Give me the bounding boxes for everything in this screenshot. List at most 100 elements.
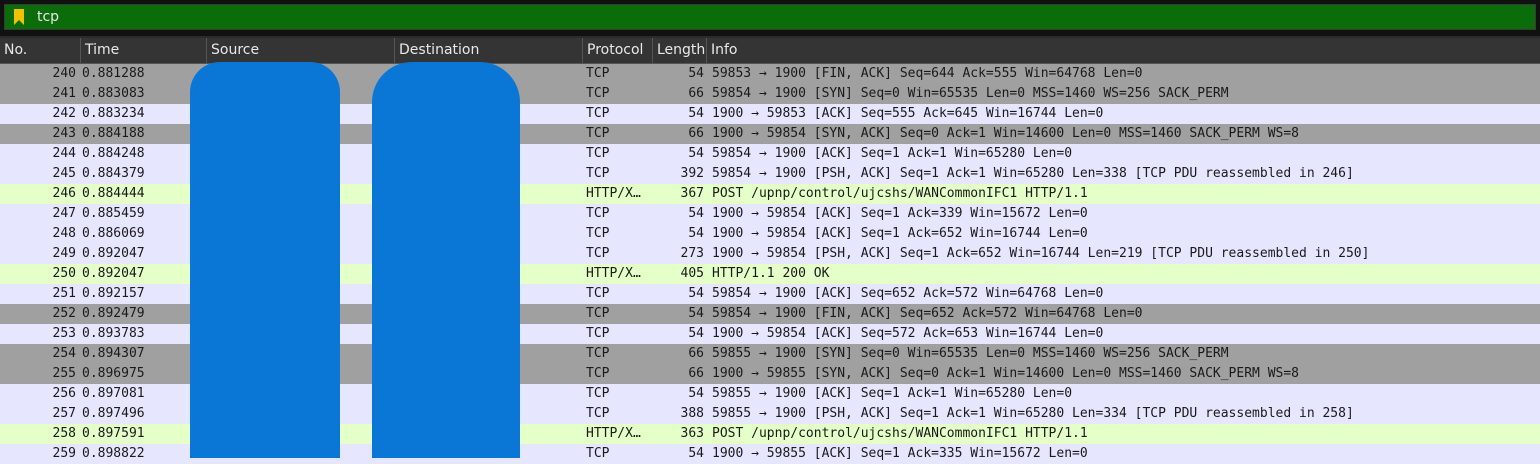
packet-info: 1900 → 59855 [SYN, ACK] Seq=0 Ack=1 Win=… xyxy=(712,366,1299,381)
packet-time: 0.884444 xyxy=(82,186,145,201)
packet-length: 54 xyxy=(688,106,704,121)
packet-length: 66 xyxy=(688,346,704,361)
packet-length: 367 xyxy=(680,186,704,201)
packet-protocol: HTTP/X… xyxy=(586,186,641,201)
packet-no: 259 xyxy=(52,446,76,461)
packet-protocol: TCP xyxy=(586,346,610,361)
column-header-length[interactable]: Length xyxy=(652,38,706,63)
packet-time: 0.897081 xyxy=(82,386,145,401)
packet-length: 54 xyxy=(688,306,704,321)
redaction-destination xyxy=(372,62,520,458)
packet-info: 1900 → 59855 [ACK] Seq=1 Ack=335 Win=156… xyxy=(712,446,1088,461)
packet-length: 66 xyxy=(688,126,704,141)
packet-protocol: TCP xyxy=(586,306,610,321)
packet-protocol: TCP xyxy=(586,446,610,461)
packet-length: 388 xyxy=(680,406,704,421)
packet-info: 1900 → 59853 [ACK] Seq=555 Ack=645 Win=1… xyxy=(712,106,1104,121)
display-filter-toolbar: tcp xyxy=(0,0,1540,36)
packet-info: 59854 → 1900 [ACK] Seq=1 Ack=1 Win=65280… xyxy=(712,146,1073,161)
packet-info: 59854 → 1900 [PSH, ACK] Seq=1 Ack=1 Win=… xyxy=(712,166,1354,181)
packet-protocol: TCP xyxy=(586,406,610,421)
packet-protocol: HTTP/X… xyxy=(586,266,641,281)
display-filter-input[interactable]: tcp xyxy=(4,4,1536,30)
packet-info: 59855 → 1900 [ACK] Seq=1 Ack=1 Win=65280… xyxy=(712,386,1073,401)
packet-protocol: TCP xyxy=(586,326,610,341)
packet-protocol: TCP xyxy=(586,106,610,121)
packet-no: 248 xyxy=(52,226,76,241)
packet-time: 0.898822 xyxy=(82,446,145,461)
packet-no: 247 xyxy=(52,206,76,221)
packet-length: 54 xyxy=(688,326,704,341)
packet-no: 240 xyxy=(52,66,76,81)
packet-info: POST /upnp/control/ujcshs/WANCommonIFC1 … xyxy=(712,426,1088,441)
packet-protocol: TCP xyxy=(586,226,610,241)
packet-no: 256 xyxy=(52,386,76,401)
packet-length: 54 xyxy=(688,286,704,301)
packet-info: 1900 → 59854 [ACK] Seq=1 Ack=339 Win=156… xyxy=(712,206,1088,221)
packet-protocol: TCP xyxy=(586,386,610,401)
packet-protocol: TCP xyxy=(586,166,610,181)
packet-protocol: TCP xyxy=(586,146,610,161)
packet-info: 1900 → 59854 [ACK] Seq=572 Ack=653 Win=1… xyxy=(712,326,1104,341)
packet-no: 249 xyxy=(52,246,76,261)
packet-no: 253 xyxy=(52,326,76,341)
packet-time: 0.886069 xyxy=(82,226,145,241)
column-header-protocol[interactable]: Protocol xyxy=(582,38,652,63)
packet-time: 0.897591 xyxy=(82,426,145,441)
column-header-no[interactable]: No. xyxy=(0,38,80,63)
packet-length: 54 xyxy=(688,66,704,81)
packet-length: 363 xyxy=(680,426,704,441)
packet-time: 0.892047 xyxy=(82,246,145,261)
packet-time: 0.883234 xyxy=(82,106,145,121)
packet-protocol: TCP xyxy=(586,206,610,221)
packet-time: 0.885459 xyxy=(82,206,145,221)
packet-length: 54 xyxy=(688,146,704,161)
column-header-time[interactable]: Time xyxy=(80,38,206,63)
packet-protocol: TCP xyxy=(586,246,610,261)
packet-info: 1900 → 59854 [ACK] Seq=1 Ack=652 Win=167… xyxy=(712,226,1088,241)
packet-info: 59855 → 1900 [SYN] Seq=0 Win=65535 Len=0… xyxy=(712,346,1229,361)
packet-protocol: TCP xyxy=(586,86,610,101)
bookmark-icon[interactable] xyxy=(14,9,24,25)
packet-time: 0.892047 xyxy=(82,266,145,281)
packet-info: POST /upnp/control/ujcshs/WANCommonIFC1 … xyxy=(712,186,1088,201)
packet-protocol: TCP xyxy=(586,66,610,81)
packet-length: 405 xyxy=(680,266,704,281)
packet-info: 59854 → 1900 [FIN, ACK] Seq=652 Ack=572 … xyxy=(712,306,1143,321)
packet-time: 0.897496 xyxy=(82,406,145,421)
packet-protocol: TCP xyxy=(586,366,610,381)
packet-no: 246 xyxy=(52,186,76,201)
packet-protocol: TCP xyxy=(586,286,610,301)
packet-length: 273 xyxy=(680,246,704,261)
packet-no: 244 xyxy=(52,146,76,161)
packet-time: 0.884248 xyxy=(82,146,145,161)
packet-length: 54 xyxy=(688,446,704,461)
column-header-info[interactable]: Info xyxy=(706,38,1540,63)
packet-info: 59853 → 1900 [FIN, ACK] Seq=644 Ack=555 … xyxy=(712,66,1143,81)
column-header-source[interactable]: Source xyxy=(206,38,394,63)
packet-no: 250 xyxy=(52,266,76,281)
packet-time: 0.881288 xyxy=(82,66,145,81)
packet-protocol: HTTP/X… xyxy=(586,426,641,441)
packet-length: 54 xyxy=(688,206,704,221)
packet-list-header: No. Time Source Destination Protocol Len… xyxy=(0,38,1540,64)
packet-length: 66 xyxy=(688,86,704,101)
packet-length: 54 xyxy=(688,226,704,241)
packet-time: 0.893783 xyxy=(82,326,145,341)
display-filter-text: tcp xyxy=(37,9,60,25)
packet-info: HTTP/1.1 200 OK xyxy=(712,266,830,281)
packet-time: 0.894307 xyxy=(82,346,145,361)
packet-no: 245 xyxy=(52,166,76,181)
packet-no: 258 xyxy=(52,426,76,441)
packet-no: 242 xyxy=(52,106,76,121)
packet-no: 243 xyxy=(52,126,76,141)
packet-time: 0.884379 xyxy=(82,166,145,181)
column-header-destination[interactable]: Destination xyxy=(394,38,582,63)
packet-time: 0.896975 xyxy=(82,366,145,381)
packet-length: 54 xyxy=(688,386,704,401)
packet-info: 59854 → 1900 [SYN] Seq=0 Win=65535 Len=0… xyxy=(712,86,1229,101)
packet-info: 1900 → 59854 [SYN, ACK] Seq=0 Ack=1 Win=… xyxy=(712,126,1299,141)
packet-info: 59854 → 1900 [ACK] Seq=652 Ack=572 Win=6… xyxy=(712,286,1104,301)
packet-length: 392 xyxy=(680,166,704,181)
packet-no: 252 xyxy=(52,306,76,321)
